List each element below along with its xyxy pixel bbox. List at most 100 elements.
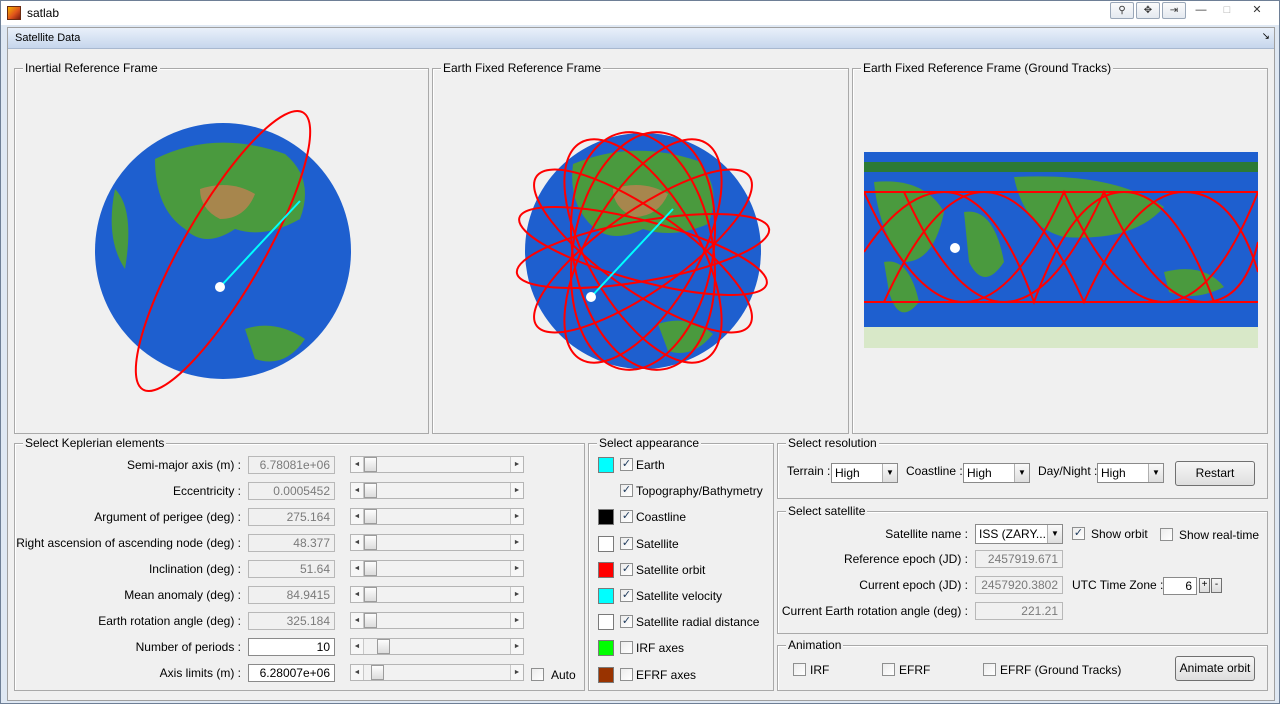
restart-button[interactable]: Restart bbox=[1175, 461, 1255, 486]
terrain-select[interactable]: High ▼ bbox=[831, 463, 898, 483]
slider-thumb[interactable] bbox=[364, 509, 377, 524]
slider-right-arrow-icon[interactable]: ► bbox=[510, 509, 523, 524]
slider-left-arrow-icon[interactable]: ◄ bbox=[351, 639, 364, 654]
color-swatch[interactable] bbox=[598, 509, 614, 525]
slider-left-arrow-icon[interactable]: ◄ bbox=[351, 587, 364, 602]
slider-right-arrow-icon[interactable]: ► bbox=[510, 535, 523, 550]
slider-right-arrow-icon[interactable]: ► bbox=[510, 561, 523, 576]
slider-left-arrow-icon[interactable]: ◄ bbox=[351, 509, 364, 524]
slider-left-arrow-icon[interactable]: ◄ bbox=[351, 613, 364, 628]
animate-orbit-button[interactable]: Animate orbit bbox=[1175, 656, 1255, 681]
reference-epoch-label: Reference epoch (JD) : bbox=[843, 552, 968, 566]
slider-thumb[interactable] bbox=[371, 665, 384, 680]
appearance-checkbox[interactable] bbox=[620, 641, 633, 654]
auto-checkbox[interactable] bbox=[531, 668, 544, 681]
anim-efrf-checkbox[interactable] bbox=[882, 663, 895, 676]
appearance-label: EFRF axes bbox=[636, 668, 697, 682]
earth-fixed-globe-plot[interactable] bbox=[433, 69, 848, 433]
coastline-label: Coastline : bbox=[906, 464, 963, 478]
inertial-globe-plot[interactable] bbox=[15, 69, 428, 433]
kepler-row-slider[interactable]: ◄ ► bbox=[350, 508, 524, 525]
kepler-row-slider[interactable]: ◄ ► bbox=[350, 560, 524, 577]
kepler-row-value[interactable]: 6.28007e+06 bbox=[248, 664, 335, 682]
appearance-checkbox[interactable]: ✓ bbox=[620, 537, 633, 550]
slider-left-arrow-icon[interactable]: ◄ bbox=[351, 665, 364, 680]
kepler-row-value: 0.0005452 bbox=[248, 482, 335, 500]
slider-thumb[interactable] bbox=[377, 639, 390, 654]
color-swatch[interactable] bbox=[598, 614, 614, 630]
slider-thumb[interactable] bbox=[364, 483, 377, 498]
slider-left-arrow-icon[interactable]: ◄ bbox=[351, 561, 364, 576]
slider-left-arrow-icon[interactable]: ◄ bbox=[351, 483, 364, 498]
show-realtime-checkbox[interactable] bbox=[1160, 528, 1173, 541]
kepler-row-slider[interactable]: ◄ ► bbox=[350, 456, 524, 473]
appearance-checkbox[interactable]: ✓ bbox=[620, 615, 633, 628]
color-swatch[interactable] bbox=[598, 667, 614, 683]
slider-thumb[interactable] bbox=[364, 561, 377, 576]
kepler-row-label: Eccentricity : bbox=[172, 484, 241, 498]
slider-right-arrow-icon[interactable]: ► bbox=[510, 587, 523, 602]
anim-efrf-label: EFRF bbox=[899, 663, 931, 677]
slider-left-arrow-icon[interactable]: ◄ bbox=[351, 457, 364, 472]
current-epoch-label: Current epoch (JD) : bbox=[859, 578, 968, 592]
show-orbit-checkbox[interactable]: ✓ bbox=[1072, 527, 1085, 540]
kepler-row-slider[interactable]: ◄ ► bbox=[350, 664, 524, 681]
kepler-row-value[interactable]: 10 bbox=[248, 638, 335, 656]
utc-plus-button[interactable]: + bbox=[1199, 578, 1210, 593]
color-swatch[interactable] bbox=[598, 588, 614, 604]
appearance-checkbox[interactable]: ✓ bbox=[620, 510, 633, 523]
maximize-button[interactable]: □ bbox=[1214, 2, 1240, 20]
kepler-row-slider[interactable]: ◄ ► bbox=[350, 482, 524, 499]
appearance-label: Satellite velocity bbox=[636, 589, 723, 603]
ground-tracks-map[interactable] bbox=[864, 152, 1258, 348]
slider-right-arrow-icon[interactable]: ► bbox=[510, 613, 523, 628]
earth-fixed-frame-panel: Earth Fixed Reference Frame bbox=[432, 61, 849, 434]
daynight-select[interactable]: High ▼ bbox=[1097, 463, 1164, 483]
color-swatch[interactable] bbox=[598, 640, 614, 656]
terrain-label: Terrain : bbox=[787, 464, 831, 478]
minimize-button[interactable]: — bbox=[1188, 2, 1214, 20]
appearance-label: IRF axes bbox=[636, 641, 685, 655]
appearance-checkbox[interactable]: ✓ bbox=[620, 458, 633, 471]
slider-right-arrow-icon[interactable]: ► bbox=[510, 665, 523, 680]
close-button[interactable]: ✕ bbox=[1240, 2, 1274, 20]
expand-icon[interactable]: ↘ bbox=[1262, 31, 1270, 42]
color-swatch[interactable] bbox=[598, 562, 614, 578]
kepler-row-value: 6.78081e+06 bbox=[248, 456, 335, 474]
slider-left-arrow-icon[interactable]: ◄ bbox=[351, 535, 364, 550]
anim-efrf-gt-checkbox[interactable] bbox=[983, 663, 996, 676]
kepler-row-slider[interactable]: ◄ ► bbox=[350, 586, 524, 603]
appearance-checkbox[interactable]: ✓ bbox=[620, 589, 633, 602]
anim-irf-label: IRF bbox=[810, 663, 830, 677]
anim-irf-checkbox[interactable] bbox=[793, 663, 806, 676]
coastline-select[interactable]: High ▼ bbox=[963, 463, 1030, 483]
pin-icon[interactable]: ⚲ bbox=[1110, 2, 1134, 19]
appearance-checkbox[interactable]: ✓ bbox=[620, 563, 633, 576]
slider-thumb[interactable] bbox=[364, 457, 377, 472]
current-rotation-field: 221.21 bbox=[975, 602, 1063, 620]
pan-icon[interactable]: ✥ bbox=[1136, 2, 1160, 19]
appearance-panel: Select appearance ✓ Earth ✓ Topography/Bath… bbox=[588, 436, 774, 691]
satellite-name-select[interactable]: ISS (ZARY... ▼ bbox=[975, 524, 1063, 544]
appearance-checkbox[interactable] bbox=[620, 668, 633, 681]
color-swatch[interactable] bbox=[598, 457, 614, 473]
kepler-row-slider[interactable]: ◄ ► bbox=[350, 638, 524, 655]
kepler-row-label: Mean anomaly (deg) : bbox=[124, 588, 241, 602]
kepler-row-slider[interactable]: ◄ ► bbox=[350, 612, 524, 629]
utc-minus-button[interactable]: - bbox=[1211, 578, 1222, 593]
kepler-row-slider[interactable]: ◄ ► bbox=[350, 534, 524, 551]
dock-icon[interactable]: ⇥ bbox=[1162, 2, 1186, 19]
slider-right-arrow-icon[interactable]: ► bbox=[510, 457, 523, 472]
color-swatch[interactable] bbox=[598, 536, 614, 552]
slider-right-arrow-icon[interactable]: ► bbox=[510, 639, 523, 654]
appearance-label: Satellite radial distance bbox=[636, 615, 760, 629]
slider-right-arrow-icon[interactable]: ► bbox=[510, 483, 523, 498]
slider-thumb[interactable] bbox=[364, 613, 377, 628]
utc-timezone-field[interactable]: 6 bbox=[1163, 577, 1197, 595]
slider-thumb[interactable] bbox=[364, 587, 377, 602]
appearance-checkbox[interactable]: ✓ bbox=[620, 484, 633, 497]
kepler-row-label: Number of periods : bbox=[135, 640, 241, 654]
slider-thumb[interactable] bbox=[364, 535, 377, 550]
animation-title: Animation bbox=[786, 638, 844, 652]
kepler-row-value: 325.184 bbox=[248, 612, 335, 630]
